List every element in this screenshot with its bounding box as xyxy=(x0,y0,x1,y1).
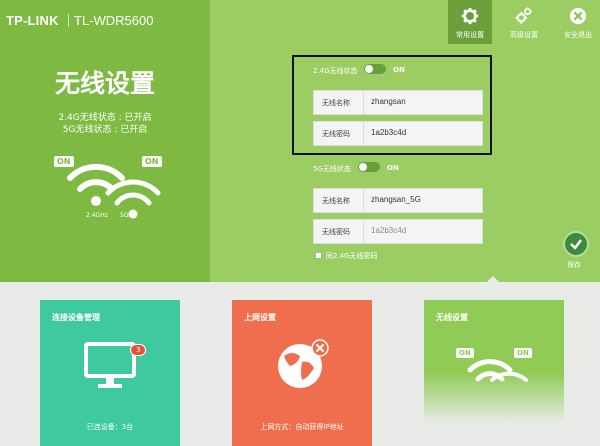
toggle-state-24g: ON xyxy=(393,66,405,74)
wifi-illustration: ON ON 2.4GHz 5GHz xyxy=(50,148,180,226)
router-model: TL-WDR5600 xyxy=(74,13,154,28)
ssid-value-5g[interactable]: zhangsan_5G xyxy=(371,195,421,204)
ssid-field-24g[interactable]: 无线名称 zhangsan xyxy=(313,90,483,115)
brand-divider xyxy=(68,14,69,27)
toggle-5g[interactable] xyxy=(358,162,380,172)
card-fade xyxy=(424,372,564,446)
on-badge-left: ON xyxy=(54,156,74,167)
card-title: 无线设置 xyxy=(436,313,468,322)
same-password-checkbox[interactable] xyxy=(315,252,322,259)
device-count-badge: 3 xyxy=(130,344,147,356)
on-badge-right: ON xyxy=(142,156,162,167)
password-field-5g[interactable]: 无线密码 1a2b3c4d xyxy=(313,219,483,244)
card-title: 上网设置 xyxy=(244,313,276,322)
state-label-24g: 2.4G无线状态 xyxy=(313,67,358,75)
page-title: 无线设置 xyxy=(54,69,155,98)
card-internet-settings[interactable]: 上网设置 上网方式：自动获得IP地址 xyxy=(232,300,372,446)
brand-logo: TP-LINK xyxy=(6,13,59,28)
card-device-management[interactable]: 连接设备管理 3 已连设备：3台 xyxy=(40,300,180,446)
toolbar-label: 常用设置 xyxy=(456,31,484,39)
field-label: 无线名称 xyxy=(322,197,350,205)
toolbar-logout[interactable]: 安全退出 xyxy=(556,0,600,44)
toolbar-label: 安全退出 xyxy=(564,31,592,39)
state-label-5g: 5G无线状态 xyxy=(313,165,351,173)
toggle-state-5g: ON xyxy=(387,164,399,172)
monitor-icon xyxy=(84,342,136,388)
check-icon xyxy=(570,239,582,250)
card-footer: 上网方式：自动获得IP地址 xyxy=(260,423,344,431)
card-title: 连接设备管理 xyxy=(52,313,100,322)
password-value-5g[interactable]: 1a2b3c4d xyxy=(371,226,406,235)
same-password-label: 同2.4G无线密码 xyxy=(326,252,378,260)
save-label: 保存 xyxy=(567,261,581,269)
left-panel xyxy=(0,0,210,282)
toolbar-common-settings[interactable]: 常用设置 xyxy=(448,0,492,44)
toggle-24g[interactable] xyxy=(364,64,386,74)
save-button[interactable] xyxy=(565,233,587,255)
toolbar-advanced-settings[interactable]: 高级设置 xyxy=(502,0,546,44)
band-label-5: 5GHz xyxy=(120,212,137,219)
password-value-24g[interactable]: 1a2b3c4d xyxy=(371,128,406,137)
gears-icon xyxy=(515,7,532,24)
active-card-pointer xyxy=(487,276,499,282)
band-label-24: 2.4GHz xyxy=(86,212,108,219)
field-label: 无线密码 xyxy=(322,228,350,236)
field-label: 无线密码 xyxy=(322,130,350,138)
gear-icon xyxy=(461,7,479,25)
status-5g: 5G无线状态 : 已开启 xyxy=(62,125,148,135)
card-wireless-settings[interactable]: 无线设置 ON ON xyxy=(424,300,564,446)
globe-icon xyxy=(278,339,329,388)
password-field-24g[interactable]: 无线密码 1a2b3c4d xyxy=(313,121,483,146)
toolbar-label: 高级设置 xyxy=(510,31,538,39)
ssid-value-24g[interactable]: zhangsan xyxy=(371,97,406,106)
card-footer: 已连设备：3台 xyxy=(86,423,134,431)
close-icon xyxy=(569,7,587,25)
field-label: 无线名称 xyxy=(322,99,350,107)
ssid-field-5g[interactable]: 无线名称 zhangsan_5G xyxy=(313,188,483,213)
